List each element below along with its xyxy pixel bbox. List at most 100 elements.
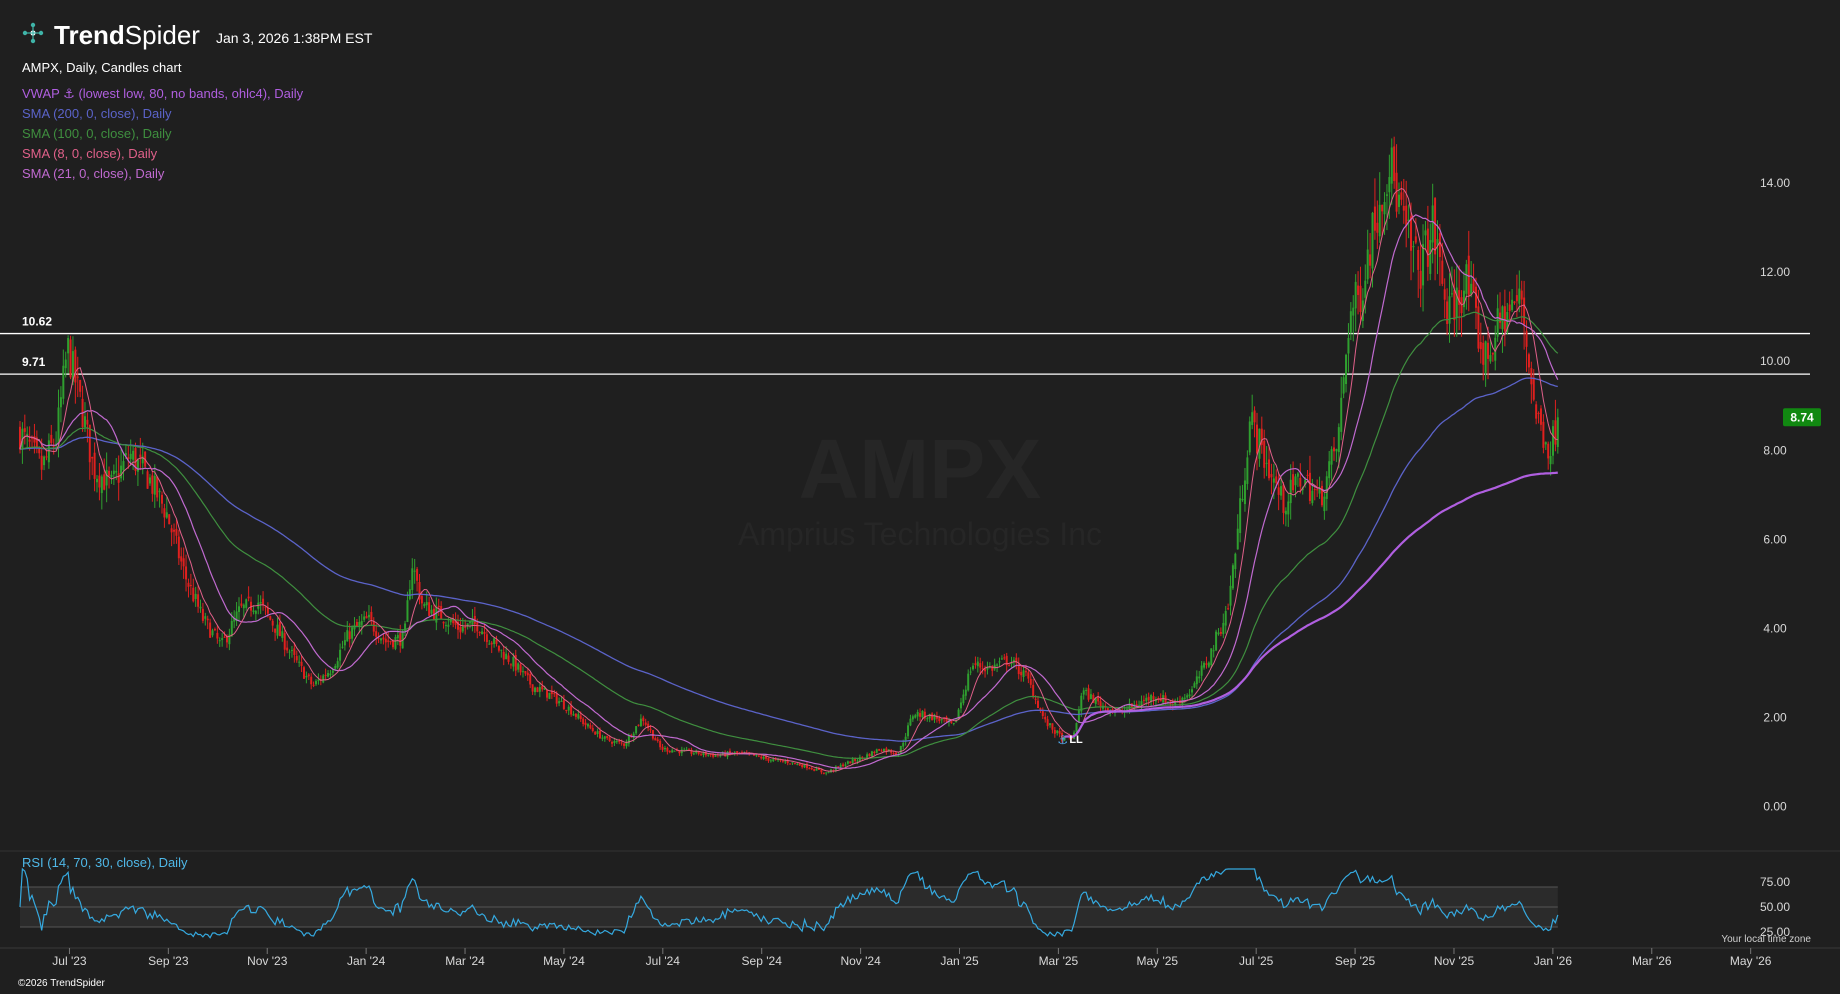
candle-body [245, 599, 248, 608]
level-label-1: 9.71 [22, 355, 46, 369]
x-tick-label: May '26 [1730, 954, 1772, 968]
candle-body [1511, 299, 1514, 310]
rsi-indicator-label[interactable]: RSI (14, 70, 30, close), Daily [22, 855, 187, 870]
candle-body [139, 454, 142, 458]
candle-body [1219, 632, 1222, 634]
candle-body [1424, 230, 1427, 236]
candle-body [1552, 426, 1555, 456]
candle-body [680, 749, 683, 754]
candle-body [483, 631, 486, 634]
candle-body [1539, 408, 1542, 425]
candle-body [173, 529, 176, 532]
chart-title: AMPX, Daily, Candles chart [22, 60, 182, 75]
indicator-sma100-label[interactable]: SMA (100, 0, close), Daily [22, 126, 172, 141]
candle-body [1051, 723, 1054, 730]
candle-body [1530, 368, 1533, 385]
candle-body [882, 748, 885, 752]
candle-body [305, 675, 308, 678]
candle-body [242, 604, 245, 609]
candle-body [892, 752, 895, 754]
candle-body [447, 624, 450, 627]
candle-body [984, 669, 987, 672]
candle-body [1366, 249, 1369, 280]
candle-body [974, 663, 977, 665]
candle-body [204, 616, 207, 619]
indicator-sma21-label[interactable]: SMA (21, 0, close), Daily [22, 166, 164, 181]
indicator-vwap-label[interactable]: VWAP ⚓ (lowest low, 80, no bands, ohlc4)… [22, 86, 303, 102]
candle-body [868, 753, 871, 757]
chart-canvas[interactable]: AMPXAmprius Technologies Inc 10.62 9.71 ⚓ LL… [0, 0, 1840, 994]
candle-body [290, 650, 293, 652]
candle-body [1243, 480, 1246, 505]
candle-body [1022, 670, 1025, 677]
candle-body [33, 436, 36, 443]
candle-body [1087, 688, 1090, 700]
candle-body [596, 731, 599, 735]
candle-body [623, 743, 626, 746]
candle-body [808, 768, 811, 770]
indicator-sma8-label[interactable]: SMA (8, 0, close), Daily [22, 146, 157, 161]
candle-body [767, 757, 770, 761]
candle-body [372, 621, 375, 632]
candle-body [507, 655, 510, 662]
candle-body [1224, 611, 1227, 626]
candle-body [148, 477, 151, 484]
candle-body [1429, 240, 1432, 274]
candle-body [317, 679, 320, 681]
candle-body [1205, 663, 1208, 665]
candle-body [132, 450, 135, 460]
x-tick-label: Nov '25 [1434, 954, 1475, 968]
indicator-sma200-label[interactable]: SMA (200, 0, close), Daily [22, 106, 172, 121]
candle-body [302, 667, 305, 679]
candle-body [796, 763, 799, 765]
candle-body [846, 761, 849, 764]
chart-root: AMPX Amprius Technologies Inc 10.62 9.71 ⚓ LL… [0, 0, 1840, 994]
candle-body [365, 616, 368, 619]
candle-body [62, 365, 65, 399]
candle-body [83, 416, 86, 428]
candle-body [1316, 489, 1319, 491]
candle-body [47, 440, 50, 463]
candle-body [1231, 565, 1234, 589]
timezone-note[interactable]: Your local time zone [1721, 934, 1811, 945]
candle-body [1385, 194, 1388, 196]
candle-body [1364, 280, 1367, 298]
candle-body [644, 722, 647, 725]
candle-body [1287, 501, 1290, 515]
candle-body [1537, 413, 1540, 415]
candle-body [1024, 671, 1027, 673]
candle-body [45, 456, 48, 458]
candle-body [1426, 228, 1429, 267]
candle-body [1082, 690, 1085, 695]
candle-body [1227, 608, 1230, 610]
candle-body [1234, 553, 1237, 570]
candle-body [1390, 147, 1393, 184]
logo-text[interactable]: TrendSpider [54, 20, 200, 51]
anchor-icon: ⚓ [1057, 733, 1068, 747]
candle-body [98, 475, 101, 488]
x-tick-label: May '25 [1136, 954, 1178, 968]
candle-body [1017, 664, 1020, 675]
candle-body [668, 751, 671, 753]
candle-body [1198, 676, 1201, 679]
candle-body [1311, 490, 1314, 504]
candle-body [423, 604, 426, 607]
candle-body [558, 701, 561, 704]
candle-body [979, 663, 982, 668]
candle-body [1342, 377, 1345, 394]
candle-body [1036, 700, 1039, 709]
candle-body [187, 582, 190, 587]
candle-body [878, 749, 881, 751]
candle-body [1431, 205, 1434, 243]
candle-body [221, 638, 224, 640]
candle-body [815, 768, 818, 771]
candle-body [1383, 202, 1386, 215]
candle-body [798, 763, 801, 766]
candle-body [495, 639, 498, 644]
candle-body [485, 634, 488, 643]
x-tick-label: Mar '24 [445, 954, 485, 968]
candle-body [1308, 472, 1311, 501]
candle-body [875, 749, 878, 753]
candle-body [570, 705, 573, 715]
candle-body [76, 376, 79, 378]
